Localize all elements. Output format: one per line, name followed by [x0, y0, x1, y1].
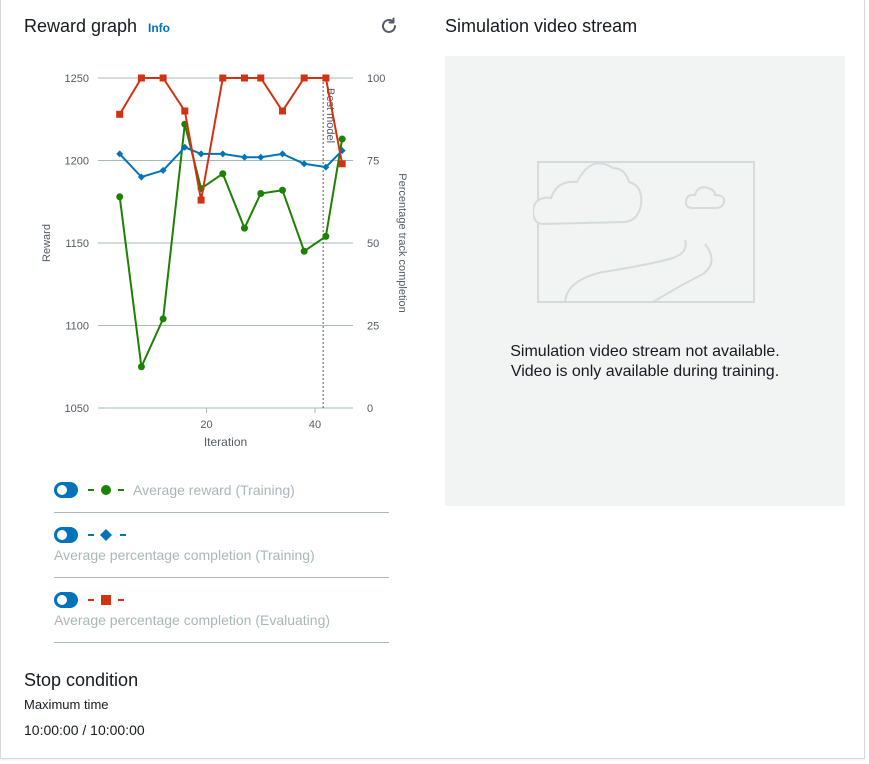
data-point — [278, 186, 286, 194]
legend-item-average-completion-evaluating: Average percentage completion (Evaluatin… — [54, 587, 389, 643]
legend-label: Average percentage completion (Training) — [54, 547, 315, 563]
data-point — [137, 74, 145, 82]
data-point — [137, 363, 145, 371]
y-tick-label: 1150 — [65, 238, 89, 250]
y2-axis-label: Percentage track completion — [396, 173, 408, 312]
data-point — [159, 74, 167, 82]
training-card: Reward graph Info 1050 1100 1150 1200 1250 0 2… — [0, 0, 865, 759]
y2-tick-label: 50 — [367, 238, 379, 250]
data-point — [300, 247, 308, 255]
data-point — [278, 150, 286, 158]
data-point — [300, 160, 308, 168]
data-point — [322, 232, 330, 240]
legend-label: Average reward (Training) — [133, 482, 295, 498]
info-link[interactable]: Info — [148, 21, 170, 35]
reward-chart-svg: 1050 1100 1150 1200 1250 0 25 50 75 100 20 40 Iterat… — [41, 73, 408, 449]
reward-graph-title: Reward graph — [24, 16, 138, 36]
data-point — [116, 110, 124, 118]
image-placeholder-icon — [533, 161, 755, 303]
series-line-1 — [118, 146, 343, 179]
x-tick-label: 40 — [309, 419, 321, 431]
data-point — [240, 153, 248, 161]
data-point — [278, 107, 286, 115]
data-point — [116, 193, 124, 201]
y-tick-label: 1050 — [65, 403, 89, 415]
y2-tick-label: 0 — [367, 403, 373, 415]
data-point — [219, 170, 227, 178]
y2-tick-label: 25 — [367, 321, 379, 333]
video-stream-title: Simulation video stream — [445, 16, 638, 36]
data-point — [257, 190, 265, 197]
video-unavailable-message: Simulation video stream not available. V… — [445, 342, 845, 382]
data-point — [197, 150, 205, 158]
diamond-marker-icon — [88, 529, 126, 541]
refresh-button[interactable] — [378, 15, 400, 37]
data-point — [240, 224, 248, 232]
data-point — [338, 135, 346, 143]
data-point — [257, 74, 265, 82]
data-point — [257, 153, 265, 161]
data-point — [322, 74, 330, 82]
reward-chart: 1050 1100 1150 1200 1250 0 25 50 75 100 20 40 Iterat… — [1, 50, 421, 460]
data-point — [300, 74, 308, 82]
y-axis-label: Reward — [41, 224, 53, 262]
x-tick-label: 20 — [200, 419, 212, 431]
square-marker-icon — [88, 595, 124, 605]
refresh-icon — [382, 17, 396, 33]
stop-condition-label: Maximum time — [24, 697, 109, 712]
video-stream-panel: Simulation video stream not available. V… — [445, 56, 845, 506]
data-point — [219, 150, 227, 158]
legend-label: Average percentage completion (Evaluatin… — [54, 612, 331, 628]
video-message-line1: Simulation video stream not available. — [510, 343, 780, 360]
toggle-average-completion-evaluating[interactable] — [54, 592, 78, 608]
data-point — [219, 74, 227, 82]
legend-item-average-completion-training: Average percentage completion (Training) — [54, 522, 389, 578]
legend-item-average-reward-training: Average reward (Training) — [54, 478, 389, 513]
toggle-average-reward-training[interactable] — [54, 482, 78, 498]
video-message-line2: Video is only available during training. — [510, 363, 780, 380]
data-point — [197, 196, 205, 204]
circle-marker-icon — [88, 485, 124, 495]
toggle-average-completion-training[interactable] — [54, 527, 78, 543]
series-line-2 — [118, 77, 344, 201]
y-tick-label: 1250 — [65, 73, 89, 85]
y-tick-label: 1200 — [65, 156, 89, 168]
stop-condition-value: 10:00:00 / 10:00:00 — [24, 722, 145, 738]
data-point — [159, 315, 167, 323]
y2-tick-label: 75 — [367, 156, 379, 168]
data-point — [338, 160, 346, 168]
stop-condition-title: Stop condition — [24, 670, 139, 690]
data-point — [240, 74, 248, 82]
y-tick-label: 1100 — [65, 321, 89, 333]
data-point — [181, 107, 189, 115]
x-axis-label: Iteration — [204, 435, 247, 449]
y2-tick-label: 100 — [367, 73, 385, 85]
